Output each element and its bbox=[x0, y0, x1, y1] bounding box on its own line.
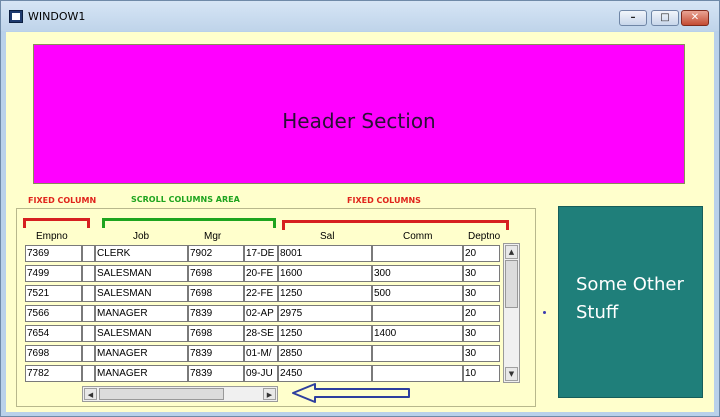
header-section-text: Header Section bbox=[282, 109, 436, 133]
cell-deptno[interactable]: 30 bbox=[463, 285, 500, 302]
label-scroll-columns-area: SCROLL COLUMNS AREA bbox=[131, 195, 240, 204]
maximize-icon: □ bbox=[660, 12, 670, 23]
cell-hiredate[interactable]: 28-SE bbox=[244, 325, 278, 342]
app-window: WINDOW1 – □ ✕ Header Section FIXED COLUM… bbox=[0, 0, 720, 417]
cell-sal[interactable]: 1600 bbox=[278, 265, 372, 282]
cell-mgr[interactable]: 7698 bbox=[188, 265, 244, 282]
cell-spacer[interactable] bbox=[82, 305, 95, 322]
cell-comm[interactable] bbox=[372, 345, 463, 362]
other-stuff-text: Some Other Stuff bbox=[576, 274, 684, 323]
cell-hiredate[interactable]: 09-JU bbox=[244, 365, 278, 382]
cell-spacer[interactable] bbox=[82, 325, 95, 342]
scroll-columns-bracket bbox=[102, 218, 276, 228]
cell-empno[interactable]: 7654 bbox=[25, 325, 82, 342]
cell-empno[interactable]: 7499 bbox=[25, 265, 82, 282]
cell-spacer[interactable] bbox=[82, 345, 95, 362]
cell-job[interactable]: SALESMAN bbox=[95, 265, 188, 282]
cell-hiredate[interactable]: 20-FE bbox=[244, 265, 278, 282]
cell-job[interactable]: MANAGER bbox=[95, 345, 188, 362]
cell-spacer[interactable] bbox=[82, 365, 95, 382]
cell-mgr[interactable]: 7839 bbox=[188, 365, 244, 382]
cell-mgr[interactable]: 7698 bbox=[188, 285, 244, 302]
header-section: Header Section bbox=[33, 44, 685, 184]
window-client-area: Header Section FIXED COLUMN SCROLL COLUM… bbox=[6, 32, 714, 412]
cell-deptno[interactable]: 10 bbox=[463, 365, 500, 382]
cell-hiredate[interactable]: 22-FE bbox=[244, 285, 278, 302]
vertical-scrollbar[interactable]: ▲ ▼ bbox=[503, 243, 520, 383]
cell-empno[interactable]: 7369 bbox=[25, 245, 82, 262]
horizontal-scrollbar[interactable]: ◀ ▶ bbox=[82, 386, 278, 402]
scroll-up-icon[interactable]: ▲ bbox=[505, 245, 518, 259]
cell-sal[interactable]: 1250 bbox=[278, 325, 372, 342]
vertical-scroll-thumb[interactable] bbox=[505, 260, 518, 308]
fixed-columns-bracket bbox=[282, 220, 509, 230]
cell-sal[interactable]: 2975 bbox=[278, 305, 372, 322]
cell-deptno[interactable]: 30 bbox=[463, 265, 500, 282]
cell-sal[interactable]: 1250 bbox=[278, 285, 372, 302]
cell-spacer[interactable] bbox=[82, 245, 95, 262]
bullet-dot bbox=[543, 311, 546, 314]
cell-empno[interactable]: 7521 bbox=[25, 285, 82, 302]
cell-hiredate[interactable]: 02-AP bbox=[244, 305, 278, 322]
cell-deptno[interactable]: 20 bbox=[463, 245, 500, 262]
cell-job[interactable]: SALESMAN bbox=[95, 325, 188, 342]
other-stuff-panel: Some Other Stuff bbox=[558, 206, 703, 398]
fixed-column-bracket bbox=[23, 218, 90, 228]
cell-comm[interactable]: 300 bbox=[372, 265, 463, 282]
scroll-right-icon[interactable]: ▶ bbox=[263, 388, 276, 400]
cell-comm[interactable]: 1400 bbox=[372, 325, 463, 342]
column-header-job: Job bbox=[133, 231, 150, 242]
minimize-icon: – bbox=[630, 12, 636, 23]
cell-sal[interactable]: 2850 bbox=[278, 345, 372, 362]
horizontal-scroll-thumb[interactable] bbox=[99, 388, 224, 400]
cell-job[interactable]: MANAGER bbox=[95, 305, 188, 322]
cell-sal[interactable]: 8001 bbox=[278, 245, 372, 262]
cell-comm[interactable] bbox=[372, 245, 463, 262]
cell-deptno[interactable]: 20 bbox=[463, 305, 500, 322]
maximize-button[interactable]: □ bbox=[651, 10, 679, 26]
cell-sal[interactable]: 2450 bbox=[278, 365, 372, 382]
cell-mgr[interactable]: 7839 bbox=[188, 305, 244, 322]
cell-job[interactable]: CLERK bbox=[95, 245, 188, 262]
column-header-mgr: Mgr bbox=[204, 231, 222, 242]
cell-empno[interactable]: 7698 bbox=[25, 345, 82, 362]
scroll-left-icon[interactable]: ◀ bbox=[84, 388, 97, 400]
cell-job[interactable]: SALESMAN bbox=[95, 285, 188, 302]
cell-mgr[interactable]: 7902 bbox=[188, 245, 244, 262]
minimize-button[interactable]: – bbox=[619, 10, 647, 26]
app-icon bbox=[9, 10, 23, 23]
cell-comm[interactable] bbox=[372, 365, 463, 382]
column-header-sal: Sal bbox=[320, 231, 335, 242]
left-arrow-icon bbox=[292, 383, 410, 403]
column-header-empno: Empno bbox=[36, 231, 68, 242]
cell-deptno[interactable]: 30 bbox=[463, 345, 500, 362]
column-header-deptno: Deptno bbox=[468, 231, 501, 242]
label-fixed-columns: FIXED COLUMNS bbox=[347, 196, 421, 205]
column-header-comm: Comm bbox=[403, 231, 433, 242]
cell-hiredate[interactable]: 01-M/ bbox=[244, 345, 278, 362]
cell-empno[interactable]: 7566 bbox=[25, 305, 82, 322]
title-bar[interactable]: WINDOW1 – □ ✕ bbox=[1, 1, 719, 31]
label-fixed-column: FIXED COLUMN bbox=[28, 196, 97, 205]
cell-comm[interactable]: 500 bbox=[372, 285, 463, 302]
cell-deptno[interactable]: 30 bbox=[463, 325, 500, 342]
close-button[interactable]: ✕ bbox=[681, 10, 709, 26]
cell-comm[interactable] bbox=[372, 305, 463, 322]
cell-hiredate[interactable]: 17-DE bbox=[244, 245, 278, 262]
close-icon: ✕ bbox=[690, 12, 700, 23]
cell-empno[interactable]: 7782 bbox=[25, 365, 82, 382]
window-title: WINDOW1 bbox=[28, 10, 86, 23]
cell-spacer[interactable] bbox=[82, 285, 95, 302]
cell-mgr[interactable]: 7698 bbox=[188, 325, 244, 342]
cell-mgr[interactable]: 7839 bbox=[188, 345, 244, 362]
cell-spacer[interactable] bbox=[82, 265, 95, 282]
scroll-down-icon[interactable]: ▼ bbox=[505, 367, 518, 381]
cell-job[interactable]: MANAGER bbox=[95, 365, 188, 382]
